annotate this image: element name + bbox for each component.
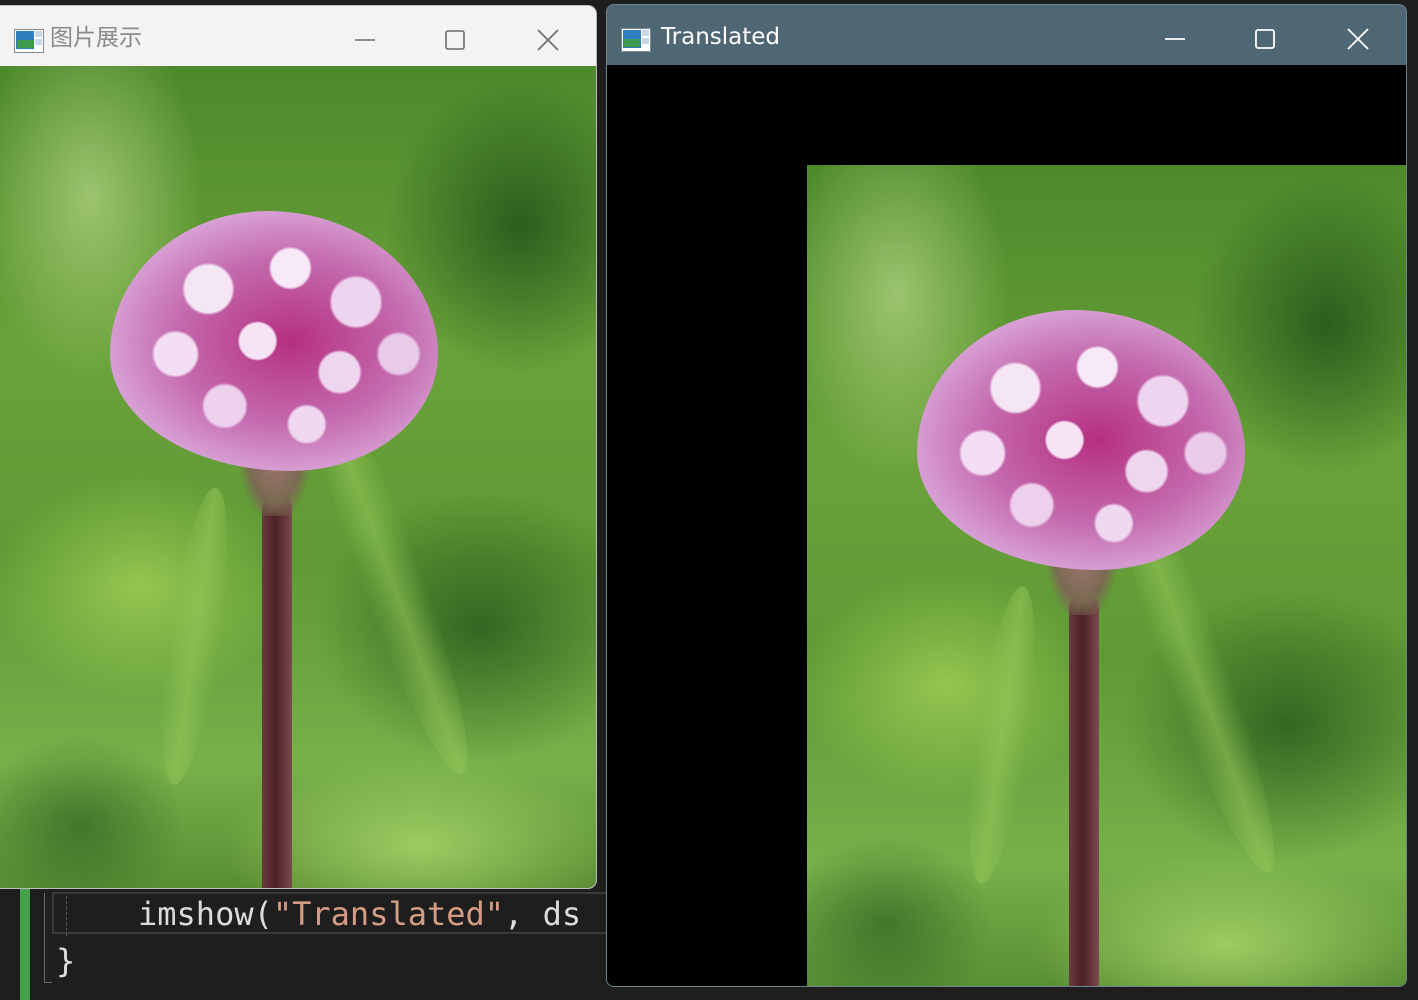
flower-stem	[262, 496, 292, 888]
maximize-button[interactable]	[428, 18, 482, 62]
code-string-literal: "Translated"	[272, 895, 505, 933]
window-titlebar[interactable]: 图片展示	[0, 6, 596, 66]
minimize-icon	[1165, 38, 1185, 40]
fold-guide-line	[44, 893, 45, 983]
maximize-button[interactable]	[1238, 17, 1292, 61]
image-canvas	[607, 65, 1406, 986]
flower-image-translated	[807, 165, 1406, 986]
image-window-translated[interactable]: Translated	[606, 4, 1407, 987]
minimize-icon	[355, 39, 375, 41]
code-closing-brace[interactable]: }	[56, 940, 75, 982]
flower-stem	[1069, 595, 1099, 986]
image-canvas	[0, 66, 596, 888]
window-title: 图片展示	[50, 25, 142, 51]
code-line-imshow[interactable]: imshow("Translated", ds	[138, 893, 581, 935]
maximize-icon	[445, 30, 465, 50]
close-button[interactable]	[521, 18, 575, 62]
code-arguments: , ds	[504, 895, 582, 933]
change-indicator-bar	[20, 880, 30, 1000]
minimize-button[interactable]	[338, 18, 392, 62]
close-icon	[1347, 28, 1369, 50]
image-window-icon	[621, 28, 651, 52]
image-window-icon	[14, 29, 44, 53]
flower-image	[0, 66, 596, 888]
close-button[interactable]	[1331, 17, 1385, 61]
code-function-call: imshow(	[138, 895, 273, 933]
indent-guide	[66, 896, 67, 936]
window-titlebar[interactable]: Translated	[607, 5, 1406, 65]
close-icon	[537, 29, 559, 51]
minimize-button[interactable]	[1148, 17, 1202, 61]
window-title: Translated	[661, 24, 781, 50]
fold-guide-end	[44, 982, 52, 983]
maximize-icon	[1255, 29, 1275, 49]
image-window-original[interactable]: 图片展示	[0, 6, 596, 888]
